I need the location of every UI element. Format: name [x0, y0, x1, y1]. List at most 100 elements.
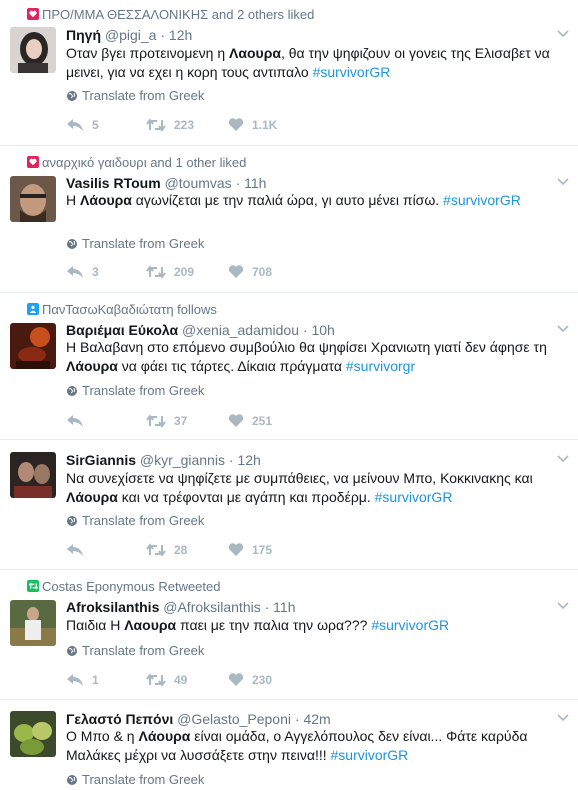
social-context-text[interactable]: αναρχικό γαιδουρι and 1 other liked — [42, 155, 246, 170]
like-count: 1.1K — [252, 118, 278, 132]
avatar[interactable] — [10, 711, 56, 757]
retweet-icon — [146, 265, 166, 279]
tweet[interactable]: SirGiannis @kyr_giannis · 12h Να συνεχίσ… — [0, 440, 578, 570]
social-context: ΠΡΟ/ΜΜΑ ΘΕΣΣΑΛΟΝΙΚΗΣ and 2 others liked — [27, 6, 314, 22]
social-context-text[interactable]: Costas Eponymous Retweeted — [42, 579, 220, 594]
hashtag-link[interactable]: #survivorGR — [375, 489, 453, 505]
translate-link[interactable]: Translate from Greek — [66, 643, 204, 658]
username[interactable]: @toumvas — [165, 175, 232, 191]
reply-button[interactable] — [66, 543, 146, 557]
retweet-button[interactable]: 37 — [146, 414, 228, 428]
tweet-header: Afroksilanthis @Afroksilanthis · 11h — [66, 599, 296, 615]
fullname[interactable]: Γελαστό Πεπόνι — [66, 711, 173, 727]
social-context: αναρχικό γαιδουρι and 1 other liked — [27, 154, 246, 170]
retweet-button[interactable]: 209 — [146, 265, 228, 279]
tweet[interactable]: ΠανΤασωΚαβαδιώτατη follows Βαριέμαι Εύκο… — [0, 293, 578, 440]
chevron-down-icon[interactable] — [556, 27, 570, 41]
avatar[interactable] — [10, 600, 56, 646]
username[interactable]: @kyr_giannis — [140, 452, 225, 468]
username[interactable]: @xenia_adamidou — [182, 322, 299, 338]
retweet-icon — [146, 414, 166, 428]
heart-icon — [27, 8, 39, 20]
retweet-count: 209 — [174, 265, 195, 279]
username[interactable]: @Afroksilanthis — [163, 599, 260, 615]
chevron-down-icon[interactable] — [556, 322, 570, 336]
retweet-icon — [146, 118, 166, 132]
timestamp[interactable]: 42m — [303, 711, 330, 727]
heart-icon — [228, 673, 244, 686]
tweet-header: Vasilis RToum @toumvas · 11h — [66, 175, 267, 191]
reply-button[interactable]: 3 — [66, 265, 146, 279]
translate-link[interactable]: Translate from Greek — [66, 772, 204, 787]
tweet-actions: 37 251 — [66, 412, 272, 430]
retweet-button[interactable]: 223 — [146, 118, 228, 132]
translate-link[interactable]: Translate from Greek — [66, 88, 204, 103]
retweet-button[interactable]: 28 — [146, 543, 228, 557]
tweet-header: SirGiannis @kyr_giannis · 12h — [66, 452, 261, 468]
username[interactable]: @Gelasto_Peponi — [177, 711, 291, 727]
avatar[interactable] — [10, 176, 56, 222]
tweet[interactable]: αναρχικό γαιδουρι and 1 other liked Vasi… — [0, 146, 578, 293]
like-button[interactable]: 175 — [228, 543, 272, 557]
like-button[interactable]: 1.1K — [228, 118, 277, 132]
retweet-count: 223 — [174, 118, 195, 132]
heart-icon — [228, 118, 244, 131]
retweet-button[interactable]: 49 — [146, 673, 228, 687]
timestamp[interactable]: 10h — [311, 322, 334, 338]
like-count: 230 — [252, 673, 273, 687]
chevron-down-icon[interactable] — [556, 711, 570, 725]
translate-link[interactable]: Translate from Greek — [66, 236, 204, 251]
tweet[interactable]: Costas Eponymous Retweeted Afroksilanthi… — [0, 570, 578, 700]
tweet-text: Η Λάουρα αγωνίζεται με την παλιά ώρα, γι… — [66, 192, 521, 208]
fullname[interactable]: Πηγή — [66, 27, 101, 43]
tweet-actions: 28 175 — [66, 541, 272, 559]
timestamp[interactable]: 12h — [237, 452, 260, 468]
tweet[interactable]: Γελαστό Πεπόνι @Gelasto_Peponi · 42m Ο Μ… — [0, 700, 578, 790]
reply-button[interactable]: 1 — [66, 673, 146, 687]
fullname[interactable]: Afroksilanthis — [66, 599, 159, 615]
timestamp[interactable]: 12h — [169, 27, 192, 43]
reply-count: 3 — [92, 265, 99, 279]
timestamp[interactable]: 11h — [273, 599, 295, 615]
globe-icon — [67, 645, 77, 656]
hashtag-link[interactable]: #survivorgr — [346, 358, 415, 374]
person-icon — [27, 303, 39, 315]
username[interactable]: @pigi_a — [105, 27, 157, 43]
reply-icon — [67, 544, 83, 556]
tweet-header: Πηγή @pigi_a · 12h — [66, 27, 193, 43]
heart-icon — [228, 414, 244, 427]
fullname[interactable]: Βαριέμαι Εύκολα — [66, 322, 178, 338]
like-count: 251 — [252, 414, 273, 428]
timestamp[interactable]: 11h — [244, 175, 266, 191]
avatar[interactable] — [10, 452, 56, 498]
like-button[interactable]: 230 — [228, 673, 272, 687]
hashtag-link[interactable]: #survivorGR — [313, 64, 391, 80]
tweet-text: Οταν βγει προτεινομενη η Λαουρα, θα την … — [66, 45, 550, 80]
translate-link[interactable]: Translate from Greek — [66, 383, 204, 398]
reply-icon — [67, 674, 83, 686]
translate-link[interactable]: Translate from Greek — [66, 513, 204, 528]
heart-icon — [27, 156, 39, 168]
reply-button[interactable] — [66, 414, 146, 428]
avatar[interactable] — [10, 27, 56, 73]
chevron-down-icon[interactable] — [556, 452, 570, 466]
heart-icon — [228, 265, 244, 278]
hashtag-link[interactable]: #survivorGR — [443, 192, 521, 208]
hashtag-link[interactable]: #survivorGR — [331, 747, 409, 763]
like-button[interactable]: 708 — [228, 265, 272, 279]
like-button[interactable]: 251 — [228, 414, 272, 428]
reply-button[interactable]: 5 — [66, 118, 146, 132]
retweet-count: 28 — [174, 543, 188, 557]
tweet-text: Ο Μπο & η Λάουρα είναι ομάδα, ο Αγγελόπο… — [66, 728, 528, 763]
tweet[interactable]: ΠΡΟ/ΜΜΑ ΘΕΣΣΑΛΟΝΙΚΗΣ and 2 others liked … — [0, 0, 578, 146]
retweet-count: 37 — [174, 414, 188, 428]
fullname[interactable]: SirGiannis — [66, 452, 136, 468]
social-context-text[interactable]: ΠΡΟ/ΜΜΑ ΘΕΣΣΑΛΟΝΙΚΗΣ and 2 others liked — [42, 7, 314, 22]
avatar[interactable] — [10, 323, 56, 369]
chevron-down-icon[interactable] — [556, 599, 570, 613]
fullname[interactable]: Vasilis RToum — [66, 175, 161, 191]
chevron-down-icon[interactable] — [556, 175, 570, 189]
hashtag-link[interactable]: #survivorGR — [371, 617, 449, 633]
social-context-text[interactable]: ΠανΤασωΚαβαδιώτατη follows — [42, 302, 217, 317]
retweet-count: 49 — [174, 673, 188, 687]
